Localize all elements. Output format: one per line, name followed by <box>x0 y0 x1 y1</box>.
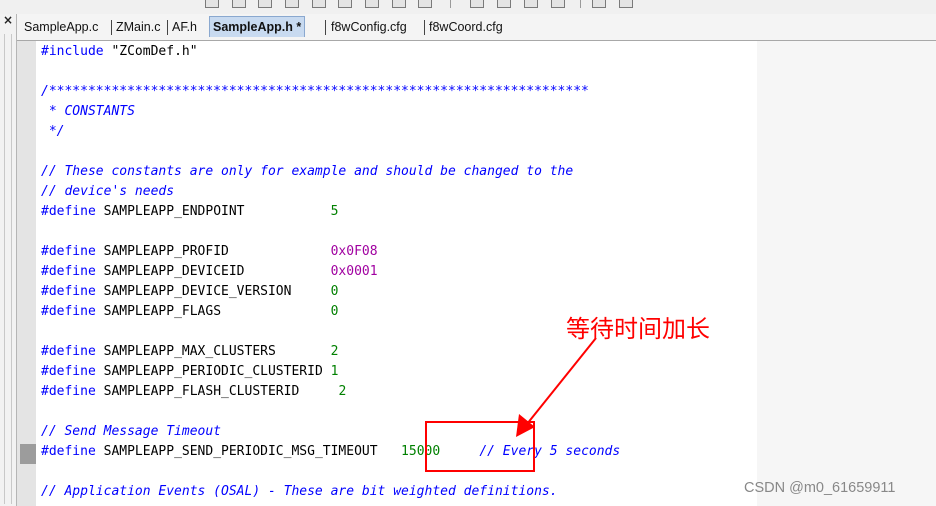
toolbar-button-icon[interactable] <box>338 0 352 8</box>
tab-af-h[interactable]: AF.h <box>169 17 200 37</box>
comment: * CONSTANTS <box>41 104 135 119</box>
toolbar-separator <box>450 0 451 8</box>
preprocessor-keyword: #define <box>41 384 96 399</box>
toolbar-button-icon[interactable] <box>592 0 606 8</box>
code-line: #define SAMPLEAPP_FLASH_CLUSTERID 2 <box>41 382 346 402</box>
macro-name: SAMPLEAPP_FLASH_CLUSTERID <box>95 384 339 399</box>
annotation-text: 等待时间加长 <box>566 315 710 343</box>
code-line: /***************************************… <box>41 82 589 102</box>
tab-zmain-c[interactable]: ZMain.c <box>113 17 163 37</box>
code-line: #define SAMPLEAPP_MAX_CLUSTERS 2 <box>41 342 338 362</box>
code-line: #define SAMPLEAPP_PROFID 0x0F08 <box>41 242 378 262</box>
macro-value: 0 <box>330 284 339 299</box>
tab-separator <box>111 20 112 35</box>
toolbar-button-icon[interactable] <box>551 0 565 8</box>
code-line: */ <box>41 122 65 142</box>
comment: // Send Message Timeout <box>41 424 222 439</box>
comment: */ <box>41 124 65 139</box>
macro-name: SAMPLEAPP_DEVICEID <box>95 264 331 279</box>
annotation-highlight-box <box>425 421 535 472</box>
macro-name: SAMPLEAPP_DEVICE_VERSION <box>95 284 331 299</box>
tab-sampleapp-c[interactable]: SampleApp.c <box>21 17 101 37</box>
toolbar-button-icon[interactable] <box>232 0 246 8</box>
panel-scroll-track[interactable] <box>4 34 12 504</box>
toolbar <box>0 0 936 15</box>
toolbar-button-icon[interactable] <box>205 0 219 8</box>
code-line: #define SAMPLEAPP_PERIODIC_CLUSTERID 1 <box>41 362 338 382</box>
preprocessor-keyword: #define <box>41 264 96 279</box>
preprocessor-keyword: #define <box>41 244 96 259</box>
macro-value: 0x0001 <box>330 264 378 279</box>
tab-f8wcoord-cfg[interactable]: f8wCoord.cfg <box>426 17 506 37</box>
code-line: #define SAMPLEAPP_DEVICE_VERSION 0 <box>41 282 338 302</box>
toolbar-separator <box>580 0 581 8</box>
toolbar-button-icon[interactable] <box>312 0 326 8</box>
preprocessor-keyword: #define <box>41 444 96 459</box>
toolbar-button-icon[interactable] <box>392 0 406 8</box>
toolbar-button-icon[interactable] <box>285 0 299 8</box>
code-line: * CONSTANTS <box>41 102 135 122</box>
tab-separator <box>167 20 168 35</box>
macro-name: SAMPLEAPP_PERIODIC_CLUSTERID <box>95 364 331 379</box>
editor-right-margin <box>757 41 936 506</box>
editor-gutter[interactable] <box>17 41 36 506</box>
editor-tab-bar: SampleApp.c ZMain.c AF.h SampleApp.h * f… <box>17 14 936 41</box>
workspace-panel: × <box>0 14 17 506</box>
macro-value: 2 <box>338 384 347 399</box>
preprocessor-keyword: #define <box>41 364 96 379</box>
code-line: #define SAMPLEAPP_ENDPOINT 5 <box>41 202 338 222</box>
toolbar-button-icon[interactable] <box>418 0 432 8</box>
tab-sampleapp-h[interactable]: SampleApp.h * <box>209 16 306 37</box>
tab-f8wconfig-cfg[interactable]: f8wConfig.cfg <box>328 17 410 37</box>
code-line: // Send Message Timeout <box>41 422 221 442</box>
macro-value: 1 <box>330 364 339 379</box>
macro-value: 5 <box>330 204 339 219</box>
preprocessor-keyword: #define <box>41 344 96 359</box>
toolbar-button-icon[interactable] <box>258 0 272 8</box>
preprocessor-keyword: #define <box>41 204 96 219</box>
toolbar-button-icon[interactable] <box>365 0 379 8</box>
preprocessor-keyword: #include <box>41 44 104 59</box>
code-line: #include "ZComDef.h" <box>41 42 198 62</box>
macro-name: SAMPLEAPP_FLAGS <box>95 304 331 319</box>
include-path: "ZComDef.h" <box>103 44 198 59</box>
watermark: CSDN @m0_61659911 <box>744 480 896 496</box>
toolbar-button-icon[interactable] <box>619 0 633 8</box>
macro-name: SAMPLEAPP_SEND_PERIODIC_MSG_TIMEOUT <box>95 444 402 459</box>
close-icon[interactable]: × <box>0 14 16 28</box>
code-line: // Application Events (OSAL) - These are… <box>41 482 558 502</box>
toolbar-button-icon[interactable] <box>497 0 511 8</box>
macro-value: 0 <box>330 304 339 319</box>
toolbar-button-icon[interactable] <box>524 0 538 8</box>
comment: // Application Events (OSAL) - These are… <box>41 484 558 499</box>
code-line: // device's needs <box>41 182 174 202</box>
code-line: #define SAMPLEAPP_FLAGS 0 <box>41 302 338 322</box>
toolbar-button-icon[interactable] <box>470 0 484 8</box>
macro-name: SAMPLEAPP_MAX_CLUSTERS <box>95 344 331 359</box>
tab-separator <box>424 20 425 35</box>
code-line: #define SAMPLEAPP_DEVICEID 0x0001 <box>41 262 378 282</box>
preprocessor-keyword: #define <box>41 284 96 299</box>
comment: // These constants are only for example … <box>41 164 574 179</box>
preprocessor-keyword: #define <box>41 304 96 319</box>
comment: // device's needs <box>41 184 175 199</box>
macro-name: SAMPLEAPP_ENDPOINT <box>95 204 331 219</box>
macro-value: 2 <box>330 344 339 359</box>
macro-name: SAMPLEAPP_PROFID <box>95 244 331 259</box>
macro-value: 0x0F08 <box>330 244 378 259</box>
tab-separator <box>325 20 326 35</box>
code-line: // These constants are only for example … <box>41 162 573 182</box>
comment: /***************************************… <box>41 84 589 99</box>
current-line-marker <box>20 444 36 464</box>
